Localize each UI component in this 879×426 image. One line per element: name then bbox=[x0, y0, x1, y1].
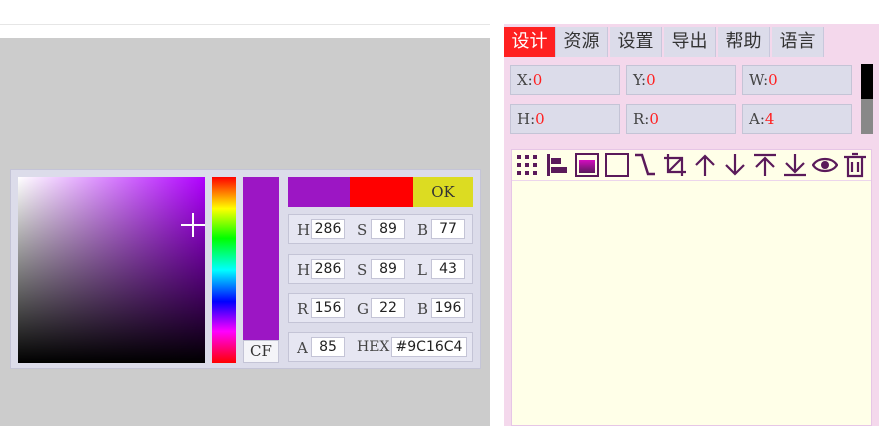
hsb-b-input[interactable]: 77 bbox=[431, 219, 465, 239]
tab-language[interactable]: 语言 bbox=[772, 27, 824, 57]
prop-a[interactable]: A:4 bbox=[742, 104, 852, 134]
b-input[interactable]: 196 bbox=[431, 298, 465, 318]
rectangle-icon[interactable] bbox=[604, 152, 630, 178]
prop-x-value[interactable]: 0 bbox=[533, 71, 543, 89]
right-panel: 设计 资源 设置 导出 帮助 语言 X:0 Y:0 W:0 H:0 R:0 A:… bbox=[504, 24, 879, 426]
b-label: B bbox=[417, 300, 429, 318]
hsl-row: H 286 S 89 L 43 bbox=[288, 254, 473, 284]
l-label: L bbox=[417, 261, 427, 279]
prop-w[interactable]: W:0 bbox=[742, 65, 852, 95]
r-label: R bbox=[297, 300, 309, 318]
arrow-up-icon[interactable] bbox=[692, 152, 718, 178]
hue-slider[interactable] bbox=[212, 177, 236, 363]
r-input[interactable]: 156 bbox=[311, 298, 345, 318]
b-label: B bbox=[417, 221, 429, 239]
cf-button[interactable]: CF bbox=[243, 340, 279, 363]
tab-export[interactable]: 导出 bbox=[664, 27, 716, 57]
alpha-slider[interactable] bbox=[243, 177, 279, 340]
top-bar bbox=[0, 0, 879, 25]
tool-area bbox=[511, 149, 872, 426]
ok-button[interactable]: OK bbox=[413, 177, 473, 207]
new-color-swatch bbox=[288, 177, 350, 207]
s-label: S bbox=[357, 221, 368, 239]
prop-a-value[interactable]: 4 bbox=[765, 110, 775, 128]
prop-a-label: A: bbox=[749, 110, 765, 128]
saturation-value-area[interactable] bbox=[18, 177, 205, 363]
delete-icon[interactable] bbox=[842, 152, 868, 178]
hsl-l-input[interactable]: 43 bbox=[431, 259, 465, 279]
a-label: A bbox=[297, 339, 308, 357]
connector-icon[interactable] bbox=[632, 152, 658, 178]
prop-x-label: X: bbox=[517, 71, 533, 89]
prop-r-value[interactable]: 0 bbox=[649, 110, 659, 128]
fill-gradient-icon[interactable] bbox=[574, 152, 600, 178]
prop-h-label: H: bbox=[517, 110, 536, 128]
alpha-hex-row: A 85 HEX #9C16C4 bbox=[288, 332, 473, 362]
h-label: H bbox=[297, 221, 311, 239]
prop-r[interactable]: R:0 bbox=[626, 104, 736, 134]
prop-y-value[interactable]: 0 bbox=[646, 71, 656, 89]
crop-icon[interactable] bbox=[662, 152, 688, 178]
hsl-s-input[interactable]: 89 bbox=[371, 259, 405, 279]
h-label: H bbox=[297, 261, 311, 279]
tab-settings[interactable]: 设置 bbox=[610, 27, 662, 57]
toolbar bbox=[512, 150, 871, 181]
eye-icon[interactable] bbox=[812, 152, 838, 178]
splitter[interactable] bbox=[490, 24, 504, 426]
tab-help[interactable]: 帮助 bbox=[718, 27, 770, 57]
prop-y-label: Y: bbox=[633, 71, 647, 89]
hex-input[interactable]: #9C16C4 bbox=[391, 337, 467, 357]
prop-y[interactable]: Y:0 bbox=[626, 65, 736, 95]
hex-label: HEX bbox=[357, 339, 390, 355]
prop-r-label: R: bbox=[633, 110, 650, 128]
hsb-s-input[interactable]: 89 bbox=[371, 219, 405, 239]
color-picker: CF OK H 286 S 89 B 77 H 286 S 89 L 43 R … bbox=[10, 169, 481, 369]
g-label: G bbox=[357, 300, 369, 318]
g-input[interactable]: 22 bbox=[371, 298, 405, 318]
rgb-row: R 156 G 22 B 196 bbox=[288, 293, 473, 323]
prop-w-value[interactable]: 0 bbox=[768, 71, 778, 89]
hsb-row: H 286 S 89 B 77 bbox=[288, 214, 473, 244]
prop-h-value[interactable]: 0 bbox=[535, 110, 545, 128]
tab-resources[interactable]: 资源 bbox=[556, 27, 608, 57]
tab-design[interactable]: 设计 bbox=[504, 27, 556, 57]
bring-to-top-icon[interactable] bbox=[752, 152, 778, 178]
grid-icon[interactable] bbox=[514, 152, 540, 178]
prop-x[interactable]: X:0 bbox=[510, 65, 620, 95]
hsb-h-input[interactable]: 286 bbox=[311, 219, 345, 239]
prop-w-label: W: bbox=[749, 71, 769, 89]
prop-scrollbar-thumb[interactable] bbox=[861, 64, 873, 99]
crosshair-icon[interactable] bbox=[181, 213, 205, 237]
align-left-icon[interactable] bbox=[544, 152, 570, 178]
alpha-input[interactable]: 85 bbox=[311, 337, 345, 357]
old-color-swatch[interactable] bbox=[350, 177, 413, 207]
prop-h[interactable]: H:0 bbox=[510, 104, 620, 134]
s-label: S bbox=[357, 261, 368, 279]
hsl-h-input[interactable]: 286 bbox=[311, 259, 345, 279]
send-to-bottom-icon[interactable] bbox=[782, 152, 808, 178]
arrow-down-icon[interactable] bbox=[722, 152, 748, 178]
